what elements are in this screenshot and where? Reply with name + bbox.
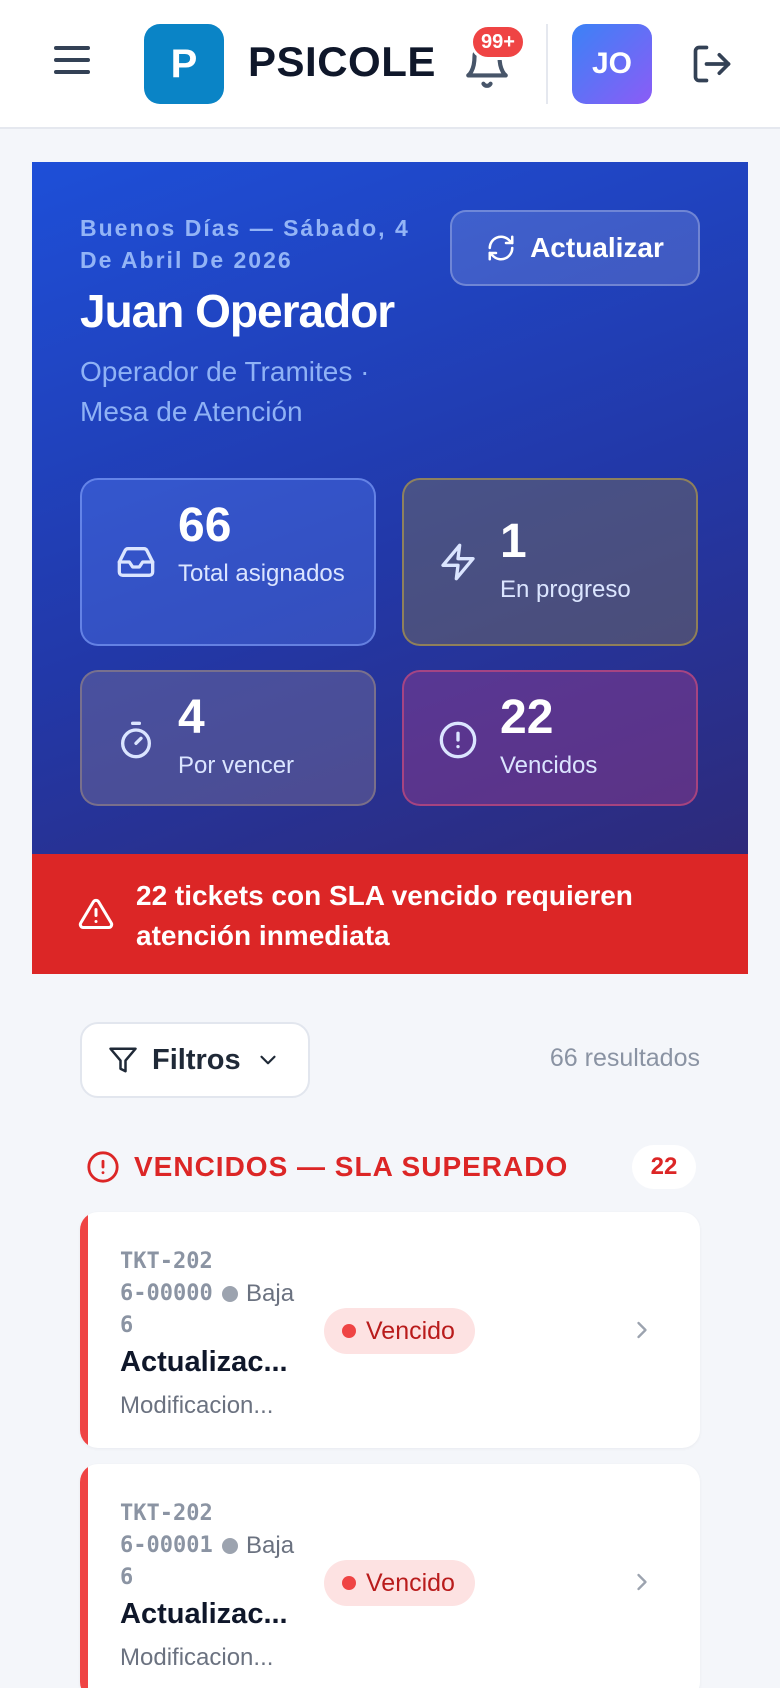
timer-icon <box>121 721 151 759</box>
header-divider <box>546 24 548 104</box>
brand-name[interactable]: PSICOLE <box>248 38 436 86</box>
ticket-card[interactable]: TKT-2026-000016 Baja Actualizac... Modif… <box>80 1464 700 1688</box>
app-logo[interactable]: P <box>144 24 224 104</box>
stat-in-progress[interactable]: 1 En progreso <box>402 478 698 646</box>
ticket-id: TKT-2026-000006 <box>120 1249 213 1338</box>
filter-icon <box>109 1047 137 1073</box>
filters-label: Filtros <box>152 1043 241 1076</box>
stat-in-progress-value: 1 <box>500 515 527 568</box>
ticket-priority: Baja <box>222 1280 294 1308</box>
ticket-subtitle: Modificacion... <box>120 1644 274 1671</box>
stat-due-soon-value: 4 <box>178 691 205 744</box>
ticket-priority: Baja <box>222 1532 294 1560</box>
chevron-right-icon[interactable] <box>628 1568 656 1596</box>
greeting-date: Buenos Días — Sábado, 4 De Abril De 2026 <box>80 215 410 273</box>
ticket-title: Actualizac... <box>120 1598 288 1630</box>
stat-overdue-label: Vencidos <box>500 752 598 779</box>
lightning-icon <box>441 543 475 581</box>
refresh-label: Actualizar <box>530 232 664 263</box>
ticket-title: Actualizac... <box>120 1346 288 1378</box>
chevron-right-icon[interactable] <box>628 1316 656 1344</box>
overdue-section-header: VENCIDOS — SLA SUPERADO 22 <box>86 1145 696 1189</box>
stat-overdue-value: 22 <box>500 691 554 744</box>
stat-in-progress-label: En progreso <box>500 576 631 603</box>
stat-due-soon-label: Por vencer <box>178 752 295 779</box>
hamburger-menu-icon[interactable] <box>50 40 94 80</box>
chevron-down-icon <box>260 1055 276 1065</box>
inbox-icon <box>117 547 155 577</box>
ticket-status-badge: Vencido <box>324 1560 475 1606</box>
ticket-status-badge: Vencido <box>324 1308 475 1354</box>
ticket-card[interactable]: TKT-2026-000006 Baja Actualizac... Modif… <box>80 1212 700 1448</box>
stat-total-label: Total asignados <box>178 560 345 587</box>
welcome-panel: Buenos Días — Sábado, 4 De Abril De 2026… <box>32 162 748 854</box>
ticket-id: TKT-2026-000016 <box>120 1501 213 1590</box>
stat-total-value: 66 <box>178 499 232 552</box>
section-count-badge: 22 <box>632 1145 696 1189</box>
alert-circle-icon <box>87 1151 119 1183</box>
sla-alert-text: 22 tickets con SLA vencido requieren ate… <box>136 880 633 951</box>
logout-icon[interactable] <box>690 42 734 86</box>
stat-total-assigned[interactable]: 66 Total asignados <box>80 478 376 646</box>
stat-due-soon[interactable]: 4 Por vencer <box>80 670 376 806</box>
warning-triangle-icon <box>78 898 114 929</box>
ticket-subtitle: Modificacion... <box>120 1392 274 1419</box>
notifications-badge: 99+ <box>470 24 526 60</box>
result-count: 66 resultados <box>549 1044 700 1072</box>
top-bar: P PSICOLE 99+ JO <box>0 0 780 129</box>
sla-alert-banner[interactable]: 22 tickets con SLA vencido requieren ate… <box>32 854 748 974</box>
refresh-button[interactable]: Actualizar <box>450 210 700 286</box>
stat-overdue[interactable]: 22 Vencidos <box>402 670 698 806</box>
alert-circle-icon <box>439 721 477 759</box>
user-role: Operador de Tramites · Mesa de Atención <box>80 356 370 427</box>
user-name: Juan Operador <box>80 285 395 337</box>
avatar[interactable]: JO <box>572 24 652 104</box>
refresh-icon <box>488 235 514 261</box>
section-title: VENCIDOS — SLA SUPERADO <box>134 1151 569 1182</box>
filters-button[interactable]: Filtros <box>80 1022 310 1098</box>
